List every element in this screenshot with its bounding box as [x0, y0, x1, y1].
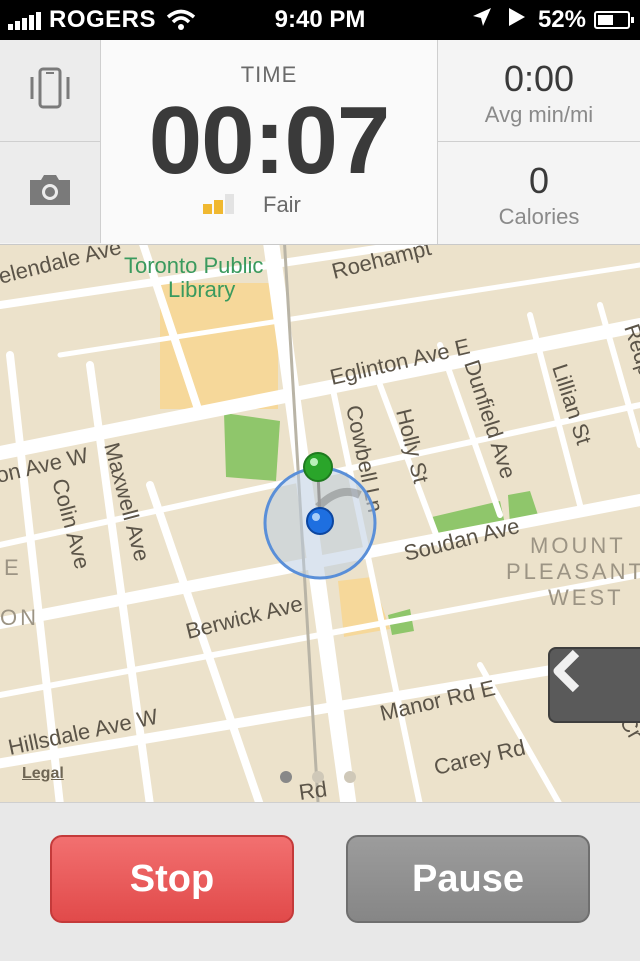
pause-button[interactable]: Pause: [346, 835, 590, 923]
location-arrow-icon: [472, 6, 492, 34]
pace-stat: 0:00 Avg min/mi: [438, 40, 640, 142]
map-label-neighbourhood: ON: [0, 605, 39, 630]
gps-signal-icon: [203, 194, 236, 214]
map-canvas: Toronto Public Library ielendale Ave Roe…: [0, 245, 640, 802]
calories-stat: 0 Calories: [438, 142, 640, 243]
map-label-neighbourhood: WEST: [548, 585, 624, 610]
page-dot: [280, 771, 292, 783]
map-label-street: Holly St: [391, 406, 434, 486]
current-location-icon: [306, 507, 334, 535]
page-indicator: [280, 771, 376, 783]
expand-panel-button[interactable]: [548, 647, 640, 723]
status-bar: ROGERS 9:40 PM 52%: [0, 0, 640, 40]
pace-value: 0:00: [503, 58, 575, 99]
legal-link[interactable]: Legal: [22, 765, 64, 783]
map-label-neighbourhood: PLEASANT: [506, 559, 640, 584]
workout-controls: Stop Pause: [0, 802, 640, 961]
map-label-street: Redpath: [619, 321, 640, 408]
battery-percent: 52%: [537, 6, 586, 33]
map-label-neighbourhood: E: [4, 555, 19, 580]
park-icon: [224, 413, 280, 481]
map-label-street: ielendale Ave: [0, 245, 124, 290]
camera-button[interactable]: [0, 142, 101, 243]
time-panel: TIME 00:07 Fair: [101, 40, 438, 244]
map-label-street: Berwick Ave: [183, 591, 305, 644]
camera-icon: [27, 172, 73, 213]
map-label-library: Toronto Public: [124, 253, 263, 278]
page-dot: [344, 771, 356, 783]
play-icon: [508, 6, 526, 34]
stop-button[interactable]: Stop: [50, 835, 294, 923]
start-pin-icon[interactable]: [303, 452, 333, 482]
gps-signal-label: Fair: [263, 192, 301, 217]
battery-icon: [594, 11, 634, 29]
workout-stats-panel: TIME 00:07 Fair 0:00 Avg min/mi 0 Calori…: [0, 40, 640, 245]
map-label-neighbourhood: MOUNT: [530, 533, 626, 558]
map-label-library: Library: [168, 277, 235, 302]
pace-label: Avg min/mi: [484, 102, 594, 127]
map-label-street: Carey Rd: [432, 735, 528, 780]
calories-label: Calories: [498, 204, 580, 229]
phone-vibrate-button[interactable]: [0, 40, 101, 142]
calories-value: 0: [528, 160, 550, 201]
phone-vibrate-icon: [26, 65, 74, 116]
page-dot: [312, 771, 324, 783]
elapsed-time: 00:07: [148, 87, 391, 194]
route-map[interactable]: Toronto Public Library ielendale Ave Roe…: [0, 245, 640, 802]
time-label: TIME: [240, 62, 298, 87]
